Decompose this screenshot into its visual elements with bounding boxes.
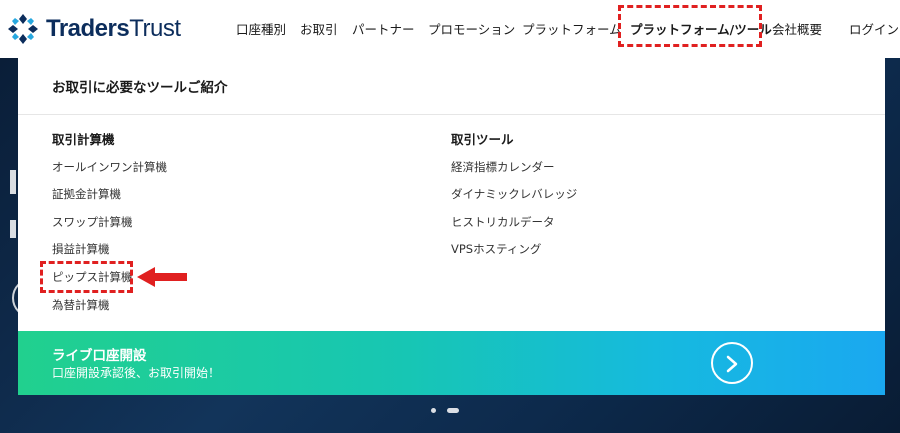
logo-text-light: Trust — [129, 15, 181, 42]
link-swap-calculator[interactable]: スワップ計算機 — [52, 214, 133, 230]
nav-item-platform[interactable]: プラットフォーム — [522, 19, 622, 38]
nav-item-partner[interactable]: パートナー — [352, 19, 415, 38]
nav-item-promotion[interactable]: プロモーション — [428, 19, 515, 38]
carousel-dot[interactable] — [431, 408, 436, 413]
login-link[interactable]: ログイン — [849, 19, 899, 38]
dropdown-title: お取引に必要なツールご紹介 — [52, 80, 228, 96]
dropdown-panel: お取引に必要なツールご紹介 取引計算機 オールインワン計算機 証拠金計算機 スワ… — [18, 58, 885, 395]
column-heading-tools: 取引ツール — [451, 132, 514, 147]
live-account-cta[interactable]: ライブ口座開設 口座開設承認後、お取引開始！ — [18, 331, 885, 395]
carousel-dot-active[interactable] — [447, 408, 459, 413]
nav-item-company[interactable]: 会社概要 — [772, 19, 822, 38]
nav-item-trading[interactable]: お取引 — [300, 19, 338, 38]
highlight-pips-calculator — [40, 261, 133, 293]
cta-title: ライブ口座開設 — [52, 348, 147, 364]
traders-trust-logo-icon — [8, 14, 38, 44]
nav-item-account-types[interactable]: 口座種別 — [236, 19, 286, 38]
link-dynamic-leverage[interactable]: ダイナミックレバレッジ — [451, 186, 577, 202]
link-economic-calendar[interactable]: 経済指標カレンダー — [451, 159, 555, 175]
hero-text-fragment — [10, 170, 16, 194]
left-arrow-icon — [137, 267, 187, 287]
link-historical-data[interactable]: ヒストリカルデータ — [451, 214, 555, 230]
logo-text-bold: Traders — [46, 15, 130, 42]
link-all-in-one-calculator[interactable]: オールインワン計算機 — [52, 159, 167, 175]
cta-subtitle: 口座開設承認後、お取引開始！ — [52, 366, 221, 380]
divider — [18, 114, 885, 115]
link-margin-calculator[interactable]: 証拠金計算機 — [52, 186, 121, 202]
link-profit-loss-calculator[interactable]: 損益計算機 — [52, 241, 110, 257]
highlight-platform-tools — [618, 5, 762, 47]
cta-arrow-button[interactable] — [711, 342, 753, 384]
column-heading-calculators: 取引計算機 — [52, 132, 115, 147]
hero-text-fragment — [10, 220, 16, 238]
link-vps-hosting[interactable]: VPSホスティング — [451, 241, 541, 257]
logo[interactable]: TradersTrust — [6, 12, 181, 46]
link-fx-calculator[interactable]: 為替計算機 — [52, 297, 110, 313]
chevron-right-icon — [726, 355, 738, 373]
site-header: TradersTrust 口座種別 お取引 パートナー プロモーション プラット… — [0, 0, 900, 58]
